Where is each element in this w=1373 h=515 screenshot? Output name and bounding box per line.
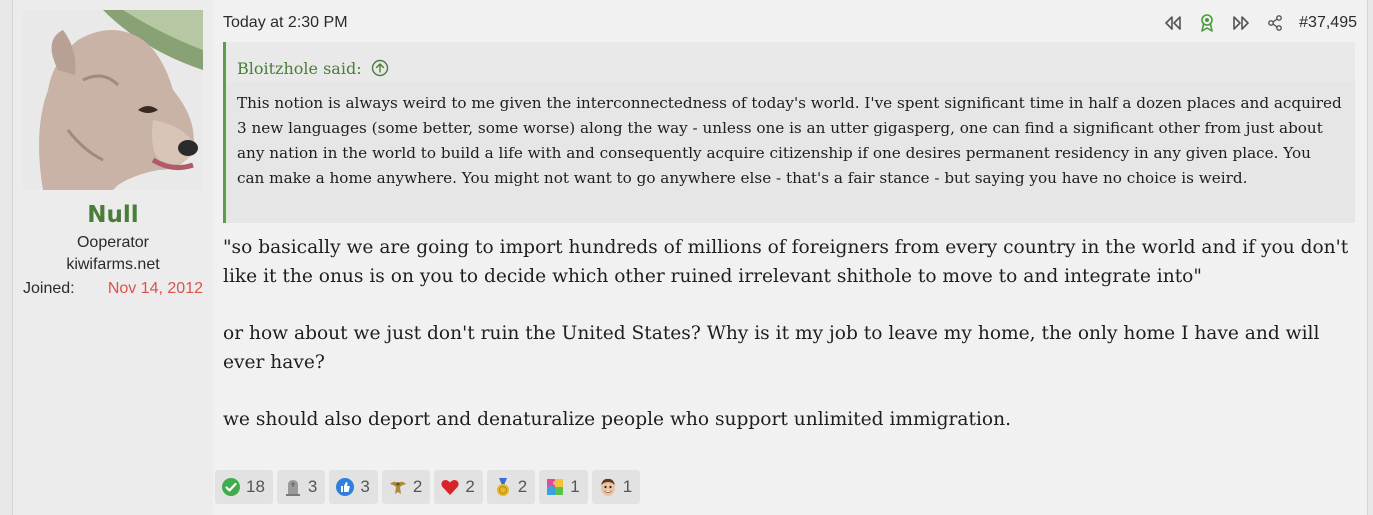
checkmark-icon — [221, 477, 241, 497]
fast-forward-icon[interactable] — [1231, 13, 1251, 33]
share-icon[interactable] — [1265, 13, 1285, 33]
post-body: "so basically we are going to import hun… — [223, 234, 1355, 464]
user-sidebar: Null Ooperator kiwifarms.net Joined: Nov… — [13, 0, 213, 515]
face-icon — [598, 477, 618, 497]
user-site: kiwifarms.net — [66, 256, 160, 273]
reaction-heart[interactable]: 2 — [434, 470, 483, 504]
joined-date: Nov 14, 2012 — [107, 280, 203, 297]
thumbs-up-icon — [335, 477, 355, 497]
reaction-face[interactable]: 1 — [591, 470, 641, 504]
reaction-count: 18 — [246, 477, 265, 496]
reaction-count: 3 — [360, 477, 370, 496]
tombstone-icon — [283, 477, 303, 497]
award-icon[interactable] — [1197, 13, 1217, 33]
reaction-eagle[interactable]: 2 — [381, 470, 431, 504]
reaction-count: 2 — [517, 477, 528, 496]
reaction-count: 1 — [622, 477, 633, 496]
puzzle-icon — [545, 477, 565, 497]
eagle-icon — [388, 477, 408, 497]
body-paragraph: or how about we just don't ruin the Unit… — [223, 323, 1320, 373]
rewind-icon[interactable] — [1163, 13, 1183, 33]
heart-icon — [440, 477, 460, 497]
reaction-bar: 18 3 3 2 2 2 1 1 — [215, 470, 641, 504]
reaction-checkmark[interactable]: 18 — [215, 470, 273, 504]
joined-row: Joined: Nov 14, 2012 — [23, 280, 203, 298]
post-number[interactable]: #37,495 — [1299, 14, 1357, 32]
reaction-count: 2 — [412, 477, 423, 496]
user-title: Ooperator — [76, 234, 150, 251]
quote-header: Bloitzhole said: — [226, 42, 1355, 82]
reaction-tombstone[interactable]: 3 — [276, 470, 326, 504]
quote-author[interactable]: Bloitzhole said: — [237, 59, 362, 78]
post-content: Today at 2:30 PM #37,495 Bloitzhole said… — [213, 0, 1367, 463]
post-main: Today at 2:30 PM #37,495 Bloitzhole said… — [213, 0, 1367, 515]
reaction-count: 1 — [570, 477, 580, 496]
arrow-up-circle-icon[interactable] — [370, 58, 390, 78]
post-actions: #37,495 — [1163, 13, 1357, 33]
reaction-count: 3 — [307, 477, 318, 496]
medal-icon — [493, 477, 513, 497]
joined-label: Joined: — [23, 280, 75, 297]
body-paragraph: "so basically we are going to import hun… — [223, 237, 1349, 287]
avatar[interactable] — [23, 10, 203, 190]
reaction-puzzle[interactable]: 1 — [539, 470, 588, 504]
body-paragraph: we should also deport and denaturalize p… — [223, 409, 1011, 431]
post-meta: Today at 2:30 PM #37,495 — [223, 12, 1357, 34]
reaction-count: 2 — [465, 477, 475, 496]
quote-text: This notion is always weird to me given … — [237, 94, 1342, 187]
forum-post: Null Ooperator kiwifarms.net Joined: Nov… — [12, 0, 1368, 515]
username[interactable]: Null — [23, 202, 203, 228]
reaction-thumbs-up[interactable]: 3 — [329, 470, 378, 504]
reaction-medal[interactable]: 2 — [486, 470, 536, 504]
post-timestamp[interactable]: Today at 2:30 PM — [223, 14, 348, 32]
quote-block: Bloitzhole said: This notion is always w… — [223, 42, 1355, 223]
